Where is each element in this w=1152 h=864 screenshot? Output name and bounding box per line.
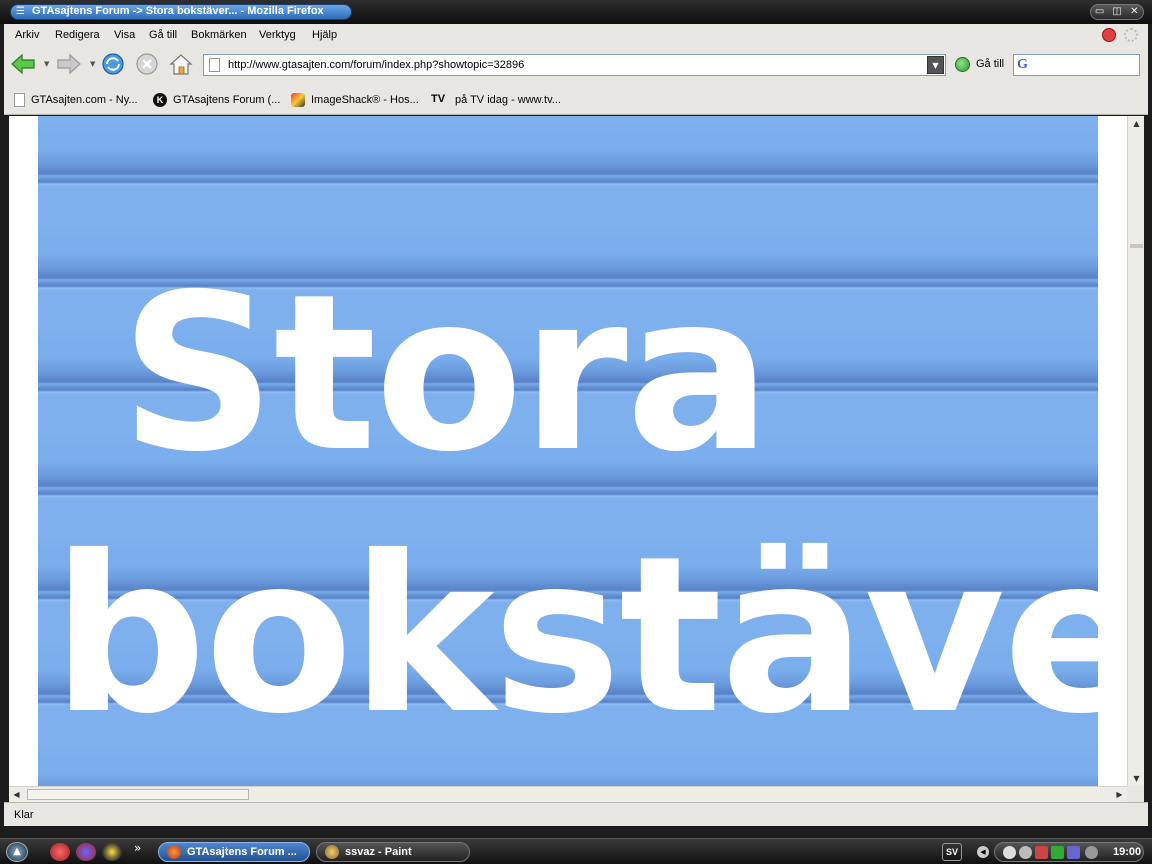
horizontal-scrollbar[interactable]: ◀ ▶	[9, 786, 1127, 802]
back-arrow-icon	[11, 53, 35, 75]
quicklaunch-app2-icon[interactable]	[76, 843, 96, 861]
menu-visa[interactable]: Visa	[114, 29, 135, 41]
taskbar: ▲ » GTAsajtens Forum ... ssvaz - Paint S…	[0, 838, 1152, 864]
steam-icon[interactable]	[1019, 846, 1032, 859]
search-input[interactable]: G	[1013, 54, 1140, 76]
horizontal-scroll-thumb[interactable]	[27, 789, 249, 800]
scroll-right-icon[interactable]: ▶	[1112, 787, 1127, 802]
quicklaunch-more-icon[interactable]: »	[134, 841, 141, 855]
close-icon[interactable]: ✕	[1127, 6, 1141, 18]
tray-app2-icon[interactable]	[1067, 846, 1080, 859]
url-history-dropdown[interactable]: ▼	[927, 56, 944, 74]
quicklaunch-media-icon[interactable]	[102, 843, 122, 861]
back-button[interactable]	[10, 51, 36, 77]
back-history-dropdown[interactable]: ▼	[44, 61, 52, 68]
tray-icons: 19:00	[994, 842, 1144, 862]
start-button[interactable]: ▲	[6, 842, 28, 862]
menu-verktyg[interactable]: Verktyg	[259, 29, 296, 41]
page-content[interactable]: Stora bokstäve	[9, 116, 1127, 786]
throbber-icon	[1124, 28, 1138, 42]
go-icon[interactable]	[955, 57, 970, 72]
google-icon[interactable]: G	[1017, 57, 1033, 73]
menu-redigera[interactable]: Redigera	[55, 29, 100, 41]
vertical-scroll-thumb[interactable]	[1130, 244, 1143, 248]
menu-bokmarken[interactable]: Bokmärken	[191, 29, 247, 41]
window-menu-icon[interactable]: ☰	[16, 6, 28, 18]
status-text: Klar	[14, 809, 34, 821]
bookmark-imageshack[interactable]: ImageShack® - Hos...	[291, 92, 419, 108]
scrollbar-corner	[1127, 786, 1144, 802]
banner-text-line1: Stora	[120, 248, 771, 499]
address-input[interactable]: http://www.gtasajten.com/forum/index.php…	[228, 59, 524, 71]
task-label: GTAsajtens Forum ...	[187, 846, 297, 858]
security-icon[interactable]	[1035, 846, 1048, 859]
bookmark-label: GTAsajtens Forum (...	[173, 94, 281, 106]
scroll-left-icon[interactable]: ◀	[9, 787, 24, 802]
reload-icon	[102, 53, 124, 75]
menu-bar: Arkiv Redigera Visa Gå till Bokmärken Ve…	[4, 24, 1148, 46]
paint-icon	[325, 845, 339, 859]
firefox-icon	[167, 845, 181, 859]
menu-hjalp[interactable]: Hjälp	[312, 29, 337, 41]
banner-image: Stora bokstäve	[38, 116, 1098, 786]
minimize-icon[interactable]: ▭	[1093, 6, 1107, 18]
window-title: GTAsajtens Forum -> Stora bokstäver... -…	[32, 5, 324, 17]
maximize-icon[interactable]: ◫	[1110, 6, 1124, 18]
task-firefox[interactable]: GTAsajtens Forum ...	[158, 842, 310, 862]
menu-ga-till[interactable]: Gå till	[149, 29, 177, 41]
page-icon	[14, 93, 25, 107]
forward-history-dropdown[interactable]: ▼	[90, 61, 98, 68]
address-bar[interactable]: http://www.gtasajten.com/forum/index.php…	[203, 54, 946, 76]
language-indicator[interactable]: SV	[942, 843, 962, 861]
window-controls: ▭ ◫ ✕	[1090, 4, 1144, 20]
forward-arrow-icon	[57, 53, 81, 75]
home-icon	[169, 54, 193, 75]
bookmark-label: GTAsajten.com - Ny...	[31, 94, 138, 106]
system-tray: SV ◀ 19:00	[940, 842, 1148, 862]
task-label: ssvaz - Paint	[345, 846, 412, 858]
alert-icon[interactable]	[1102, 28, 1116, 42]
clock[interactable]: 19:00	[1113, 846, 1141, 858]
network-icon[interactable]	[1051, 846, 1064, 859]
bookmark-gtasajten[interactable]: GTAsajten.com - Ny...	[14, 92, 138, 108]
stop-icon	[136, 53, 158, 75]
reload-button[interactable]	[100, 51, 126, 77]
tray-expand-icon[interactable]: ◀	[977, 846, 989, 858]
bookmark-label: på TV idag - www.tv...	[455, 94, 561, 106]
volume-icon[interactable]	[1085, 846, 1098, 859]
browser-chrome: Arkiv Redigera Visa Gå till Bokmärken Ve…	[4, 24, 1148, 115]
page-icon	[209, 58, 220, 72]
go-button-label[interactable]: Gå till	[976, 58, 1004, 70]
bookmark-gtasajten-forum[interactable]: K GTAsajtens Forum (...	[153, 92, 280, 108]
navigation-toolbar: ▼ ▼ http://www.gtasajten.com/forum/index…	[4, 46, 1148, 84]
firefox-window: ☰ GTAsajtens Forum -> Stora bokstäver...…	[0, 0, 1152, 864]
menu-arkiv[interactable]: Arkiv	[15, 29, 39, 41]
quicklaunch-app1-icon[interactable]	[50, 843, 70, 861]
k-logo-icon: K	[153, 93, 167, 107]
banner-text-line2: bokstäve	[52, 510, 1098, 761]
bookmarks-toolbar: GTAsajten.com - Ny... K GTAsajtens Forum…	[4, 86, 1148, 114]
stop-button[interactable]	[134, 51, 160, 77]
tv-icon: TV	[431, 93, 446, 105]
task-paint[interactable]: ssvaz - Paint	[316, 842, 470, 862]
bookmark-tv[interactable]: TV på TV idag - www.tv...	[431, 92, 561, 108]
forward-button[interactable]	[56, 51, 82, 77]
title-bar[interactable]: ☰ GTAsajtens Forum -> Stora bokstäver...…	[0, 0, 1152, 24]
vertical-scrollbar[interactable]: ▲ ▼	[1127, 116, 1144, 786]
tray-app-icon[interactable]	[1003, 846, 1016, 859]
bookmark-label: ImageShack® - Hos...	[311, 94, 419, 106]
imageshack-icon	[291, 93, 305, 107]
home-button[interactable]	[168, 51, 194, 77]
scroll-up-icon[interactable]: ▲	[1129, 116, 1144, 131]
scroll-down-icon[interactable]: ▼	[1129, 771, 1144, 786]
status-bar: Klar	[4, 802, 1148, 826]
